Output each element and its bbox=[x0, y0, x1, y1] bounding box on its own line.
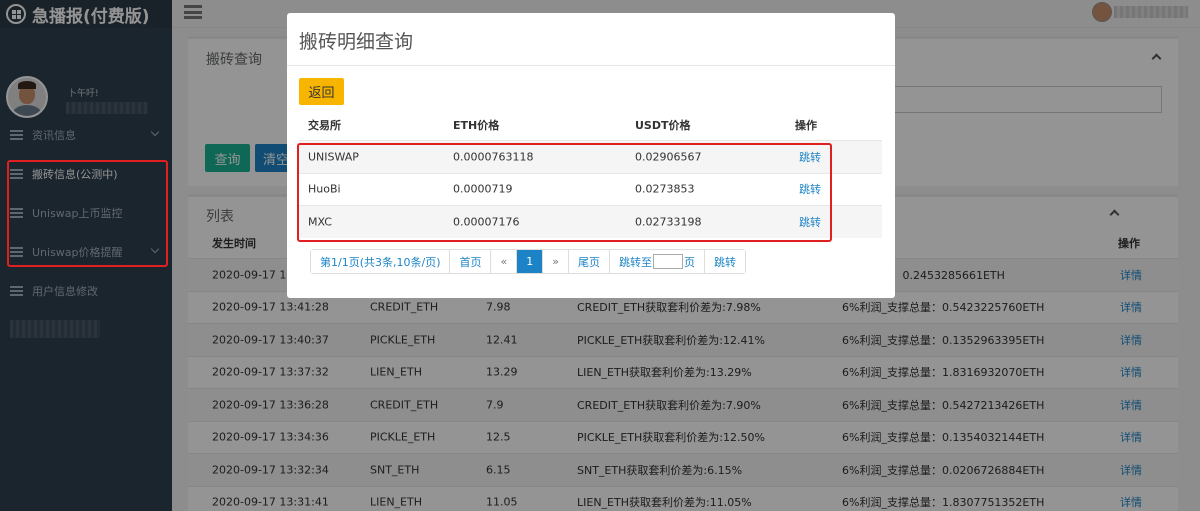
divider bbox=[287, 65, 895, 66]
jump-page-input[interactable] bbox=[652, 254, 683, 269]
first-page-link[interactable]: 首页 bbox=[450, 250, 492, 273]
header-eth-price: ETH价格 bbox=[453, 119, 500, 132]
exchange-table-header: 交易所 ETH价格 USDT价格 操作 bbox=[299, 110, 882, 140]
header-action: 操作 bbox=[795, 119, 817, 132]
prev-page-link[interactable]: « bbox=[491, 250, 518, 273]
header-exchange: 交易所 bbox=[308, 119, 341, 132]
highlight-box bbox=[7, 160, 168, 267]
highlight-box bbox=[297, 143, 832, 242]
jump-to-group: 跳转至 页 bbox=[609, 250, 705, 273]
header-usdt-price: USDT价格 bbox=[635, 119, 691, 132]
jump-button[interactable]: 跳转 bbox=[704, 250, 745, 273]
modal-title: 搬砖明细查询 bbox=[299, 31, 414, 53]
pagination: 第1/1页(共3条,10条/页) 首页 « 1 » 尾页 跳转至 页 跳转 bbox=[310, 249, 746, 274]
last-page-link[interactable]: 尾页 bbox=[568, 250, 610, 273]
jump-prefix: 跳转至 bbox=[618, 255, 652, 269]
back-button[interactable]: 返回 bbox=[299, 78, 344, 105]
pagination-summary: 第1/1页(共3条,10条/页) bbox=[311, 250, 451, 273]
jump-suffix: 页 bbox=[683, 255, 695, 269]
current-page[interactable]: 1 bbox=[517, 250, 544, 273]
next-page-link[interactable]: » bbox=[543, 250, 569, 273]
